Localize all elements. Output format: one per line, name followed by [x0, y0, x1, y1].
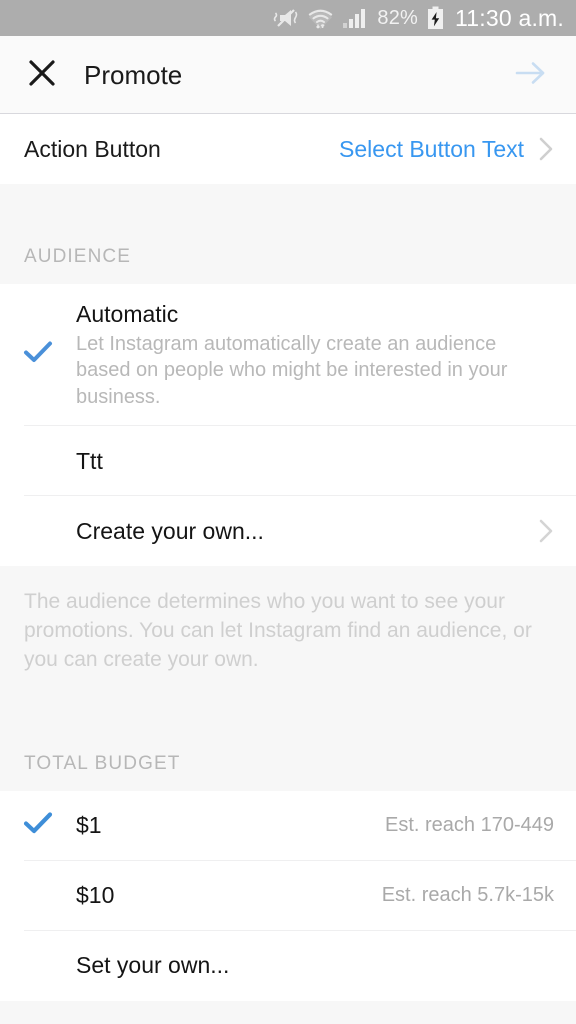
- selected-check: [0, 791, 76, 861]
- audience-option-body: Ttt: [76, 431, 554, 492]
- budget-option-set-your-own[interactable]: Set your own...: [0, 930, 576, 1001]
- budget-option-10[interactable]: $10 Est. reach 5.7k-15k: [0, 860, 576, 931]
- next-button[interactable]: [508, 52, 554, 98]
- check-icon: [23, 340, 53, 369]
- budget-option-body: $10: [76, 865, 372, 926]
- action-button-row[interactable]: Action Button Select Button Text: [0, 114, 576, 184]
- budget-option-1[interactable]: $1 Est. reach 170-449: [0, 790, 576, 861]
- audience-option-body: Automatic Let Instagram automatically cr…: [76, 284, 554, 426]
- budget-section-header: TOTAL BUDGET: [0, 694, 576, 791]
- status-bar: 82% 11:30 a.m.: [0, 0, 576, 36]
- promote-screen: 82% 11:30 a.m. Promote Action Button Sel…: [0, 0, 576, 1024]
- chevron-right-icon: [538, 136, 554, 162]
- vibrate-mute-icon: [273, 7, 299, 29]
- next-arrow-icon: [514, 59, 548, 92]
- check-slot: [0, 496, 76, 566]
- audience-section-header: AUDIENCE: [0, 184, 576, 284]
- battery-charging-icon: [427, 6, 444, 30]
- action-button-value[interactable]: Select Button Text: [339, 136, 524, 163]
- audience-note: The audience determines who you want to …: [0, 565, 576, 695]
- budget-option-title: Set your own...: [76, 952, 230, 979]
- chevron-right-icon: [538, 518, 554, 544]
- selected-check: [0, 284, 76, 426]
- clock-label: 11:30 a.m.: [455, 4, 564, 31]
- budget-option-reach: Est. reach 170-449: [385, 814, 554, 837]
- budget-option-title: $1: [76, 812, 102, 839]
- close-icon: [27, 58, 57, 93]
- budget-option-title: $10: [76, 882, 115, 909]
- audience-option-body: Create your own...: [76, 501, 524, 562]
- signal-icon: [342, 7, 368, 29]
- check-icon: [23, 811, 53, 840]
- check-slot: [0, 931, 76, 1001]
- close-button[interactable]: [22, 55, 62, 95]
- budget-option-body: $1: [76, 795, 375, 856]
- app-bar: Promote: [0, 36, 576, 114]
- audience-option-description: Let Instagram automatically create an au…: [76, 332, 508, 408]
- audience-option-ttt[interactable]: Ttt: [0, 425, 576, 496]
- audience-option-title: Automatic: [76, 301, 179, 327]
- budget-note: The budget helps determine how many Inst…: [0, 1000, 576, 1024]
- budget-option-reach: Est. reach 5.7k-15k: [381, 884, 554, 907]
- wifi-icon: [308, 6, 333, 30]
- audience-option-automatic[interactable]: Automatic Let Instagram automatically cr…: [0, 284, 576, 426]
- battery-percent-label: 82%: [377, 6, 419, 29]
- check-slot: [0, 861, 76, 931]
- audience-option-title: Ttt: [76, 447, 103, 474]
- audience-option-title: Create your own...: [76, 517, 264, 544]
- page-title: Promote: [84, 59, 183, 90]
- action-button-label: Action Button: [24, 135, 161, 162]
- check-slot: [0, 426, 76, 496]
- budget-option-body: Set your own...: [76, 935, 554, 996]
- audience-option-create-your-own[interactable]: Create your own...: [0, 495, 576, 566]
